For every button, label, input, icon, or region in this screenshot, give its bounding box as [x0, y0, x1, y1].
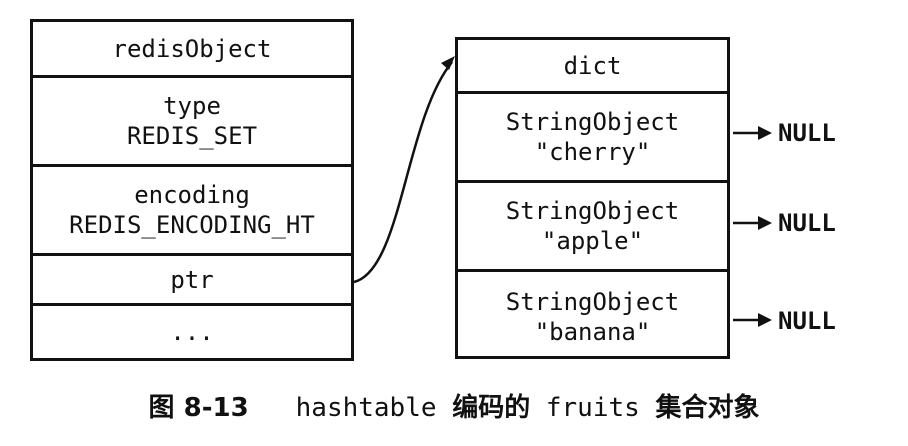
- type-value: REDIS_SET: [126, 122, 258, 150]
- redis-object-title: redisObject: [112, 34, 272, 63]
- entry-type: StringObject: [505, 287, 680, 316]
- cherry-next-arrowhead: [758, 126, 772, 140]
- dict-title: dict: [563, 51, 622, 80]
- entry-value: "cherry": [534, 138, 651, 166]
- type-label: type: [163, 92, 221, 120]
- encoding-value: REDIS_ENCODING_HT: [69, 211, 315, 239]
- caption-code-fruits: fruits: [545, 393, 640, 423]
- entry-value: "apple": [541, 227, 644, 255]
- caption-code-hashtable: hashtable: [295, 393, 437, 423]
- apple-next-arrowhead: [758, 216, 772, 230]
- ptr-cell: ptr: [33, 256, 351, 306]
- ptr-to-dict-arrowhead: [441, 56, 455, 70]
- encoding-cell: encoding REDIS_ENCODING_HT: [33, 167, 351, 256]
- ptr-to-dict-arrow: [353, 61, 453, 284]
- ellipsis-cell: ...: [33, 306, 351, 358]
- entry-type: StringObject: [505, 197, 680, 225]
- entry-value: "banana": [534, 317, 651, 346]
- entry-type: StringObject: [505, 108, 680, 136]
- caption-text-1: 编码的: [452, 393, 531, 423]
- caption-text-2: 集合对象: [655, 393, 760, 423]
- banana-next-arrowhead: [758, 313, 772, 327]
- dict-entry-banana: StringObject "banana": [458, 272, 727, 361]
- ellipsis-label: ...: [170, 318, 214, 346]
- dict-box: dict StringObject "cherry" StringObject …: [455, 37, 730, 359]
- ptr-label: ptr: [170, 265, 214, 294]
- null-label-banana: NULL: [778, 307, 836, 335]
- dict-title-cell: dict: [458, 40, 727, 94]
- redis-object-title-cell: redisObject: [33, 22, 351, 78]
- encoding-label: encoding: [134, 181, 250, 209]
- caption-figure-number: 图 8-13: [148, 393, 249, 423]
- figure-caption: 图 8-13 hashtable 编码的 fruits 集合对象: [0, 390, 908, 426]
- dict-entry-apple: StringObject "apple": [458, 183, 727, 272]
- redis-object-box: redisObject type REDIS_SET encoding REDI…: [30, 19, 354, 361]
- type-cell: type REDIS_SET: [33, 78, 351, 167]
- null-label-apple: NULL: [778, 209, 836, 237]
- null-label-cherry: NULL: [778, 119, 836, 147]
- dict-entry-cherry: StringObject "cherry": [458, 94, 727, 183]
